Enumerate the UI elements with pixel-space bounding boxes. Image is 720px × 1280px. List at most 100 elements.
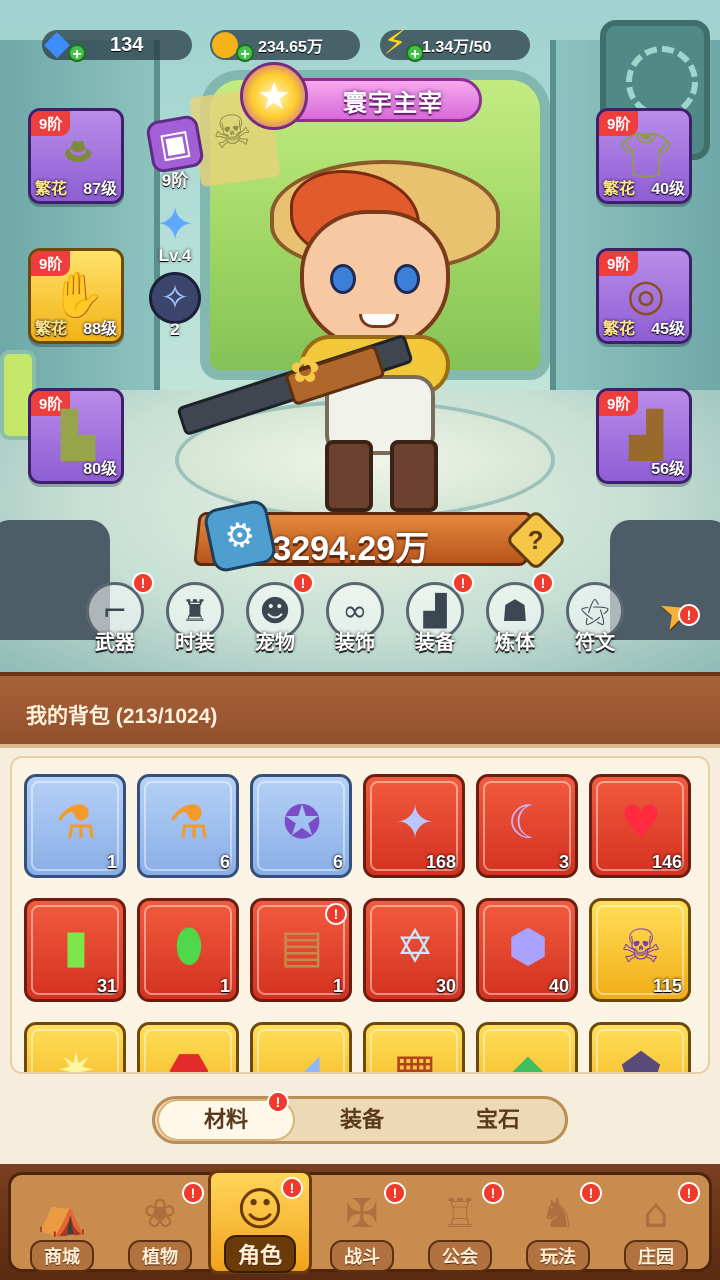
alert-badge: ! bbox=[325, 903, 347, 925]
rank-stat[interactable]: ▣ 9阶 bbox=[144, 113, 206, 191]
bag-item[interactable]: ✡ 30 bbox=[363, 898, 465, 1002]
tab-gems[interactable]: 宝石 bbox=[429, 1099, 567, 1141]
nav-label: 植物 bbox=[128, 1240, 192, 1272]
tab-materials[interactable]: 材料 ! bbox=[157, 1091, 295, 1141]
nav-label: 战斗 bbox=[330, 1240, 394, 1272]
bag-item[interactable]: ✦ 168 bbox=[363, 774, 465, 878]
shard-icon: ◢ bbox=[284, 1043, 320, 1074]
coin-resource[interactable]: ● + 234.65万 bbox=[210, 23, 360, 63]
syringe-icon: ⚗ bbox=[168, 795, 210, 849]
bag-item[interactable]: ▦ bbox=[363, 1022, 465, 1072]
level-label: 56级 bbox=[651, 461, 685, 478]
bag-item[interactable]: ◆ bbox=[476, 1022, 578, 1074]
rune-stone-icon: ⬟ bbox=[621, 1043, 661, 1074]
alert-badge: ! bbox=[482, 1182, 504, 1204]
equip-slot-hat[interactable]: 9阶 🎩︎ 繁花 87级 bbox=[28, 108, 124, 204]
gem-resource[interactable]: ◆ + 134 bbox=[42, 23, 192, 63]
question-icon: ? bbox=[528, 524, 544, 555]
alert-badge: ! bbox=[580, 1182, 602, 1204]
orb-stat[interactable]: ✧ 2 bbox=[146, 272, 204, 340]
item-count: 30 bbox=[435, 976, 456, 996]
item-count: 168 bbox=[425, 852, 456, 872]
flower-icon: ✿ bbox=[290, 350, 321, 391]
bag-item[interactable]: ▤ 1! bbox=[250, 898, 352, 1002]
equip-slot-boots[interactable]: 9阶 ▟ 56级 bbox=[596, 388, 692, 484]
bag-item[interactable]: ⬮ 1 bbox=[137, 898, 239, 1002]
tab-equipment[interactable]: 装备 bbox=[293, 1099, 431, 1141]
bag-item[interactable]: ⚗ 6 bbox=[137, 774, 239, 878]
compass-icon: ✪ bbox=[282, 795, 322, 849]
nav-label: 商城 bbox=[30, 1240, 94, 1272]
item-count: 6 bbox=[332, 852, 343, 872]
nav-manor[interactable]: ⌂ 庄园 ! bbox=[606, 1178, 706, 1274]
item-count: 40 bbox=[548, 976, 569, 996]
item-count: 1 bbox=[106, 852, 117, 872]
canister-icon: ▮ bbox=[63, 919, 89, 973]
alert-badge: ! bbox=[384, 1182, 406, 1204]
bag-item[interactable]: ◢ bbox=[250, 1022, 352, 1074]
capsule-icon: ⬮ bbox=[174, 918, 204, 972]
bag-item[interactable]: ⬢ 40 bbox=[476, 898, 578, 1002]
nav-label: 角色 bbox=[223, 1235, 296, 1273]
item-count: 6 bbox=[219, 852, 230, 872]
hero-boot-left bbox=[325, 440, 373, 512]
add-gems-button[interactable]: + bbox=[68, 44, 86, 63]
hero-eye-right bbox=[394, 264, 420, 294]
equip-slot-belt[interactable]: 9阶 ◎ 繁花 45级 bbox=[596, 248, 692, 344]
item-count: 31 bbox=[96, 976, 117, 996]
tab-label: 材料 bbox=[203, 1107, 248, 1132]
func-label: 宠物 bbox=[255, 632, 295, 654]
bag-item[interactable]: ✪ 6 bbox=[250, 774, 352, 878]
shop-icon: ⛺ bbox=[37, 1191, 87, 1238]
nav-label: 公会 bbox=[428, 1240, 492, 1272]
combat-power-value: 3294.29万 bbox=[272, 530, 430, 568]
bag-item[interactable]: ☠ 115 bbox=[589, 898, 691, 1002]
func-weapon-button[interactable]: ⌐ 武器 ! bbox=[82, 572, 154, 658]
ruby-icon: ⬣ bbox=[168, 1043, 210, 1074]
bag-item[interactable]: ✷ bbox=[24, 1022, 126, 1074]
nav-battle[interactable]: ✠ 战斗 ! bbox=[312, 1178, 412, 1274]
level-label: 40级 bbox=[651, 181, 685, 198]
nav-shop[interactable]: ⛺ 商城 bbox=[12, 1178, 112, 1274]
add-coins-button[interactable]: + bbox=[236, 44, 254, 63]
func-body-button[interactable]: ☗ 炼体 ! bbox=[482, 572, 554, 658]
bag-grid[interactable]: ⚗ 1 ⚗ 6 ✪ 6 ✦ 168 ☾ 3 ♥ 146 ▮ 31 ⬮ 1 ▤ 1! ✡ 30 ⬢ 40… bbox=[10, 756, 710, 1074]
alert-badge: ! bbox=[532, 572, 554, 594]
bag-item[interactable]: ☾ 3 bbox=[476, 774, 578, 878]
syringe-icon: ⚗ bbox=[55, 795, 97, 849]
func-pet-button[interactable]: ☻ 宠物 ! bbox=[242, 572, 314, 658]
energy-resource[interactable]: ⚡ + 1.34万/50 bbox=[380, 23, 530, 63]
item-count: 3 bbox=[558, 852, 569, 872]
emerald-icon: ◆ bbox=[510, 1043, 546, 1074]
hero-character[interactable]: ✿ bbox=[176, 140, 510, 520]
bag-item[interactable]: ⬟ bbox=[589, 1022, 691, 1074]
bag-item[interactable]: ♥ 146 bbox=[589, 774, 691, 878]
bag-tab-bar: 材料 ! 装备 宝石 bbox=[152, 1091, 568, 1144]
func-label: 符文 bbox=[575, 632, 615, 654]
func-label: 时装 bbox=[175, 632, 215, 654]
coin-count: 234.65万 bbox=[258, 39, 323, 56]
func-decor-button[interactable]: ∞ 装饰 bbox=[322, 582, 388, 658]
grade-label: 繁花 bbox=[603, 321, 636, 338]
nav-plants[interactable]: ❀ 植物 ! bbox=[110, 1178, 210, 1274]
equip-slot-pants[interactable]: 9阶 ▙ 80级 bbox=[28, 388, 124, 484]
power-icon: ⚙ bbox=[202, 498, 278, 574]
bag-item[interactable]: ⬣ bbox=[137, 1022, 239, 1074]
bag-item[interactable]: ▮ 31 bbox=[24, 898, 126, 1002]
title-text: 寰宇主宰 bbox=[343, 89, 443, 117]
cubes-icon: ⬢ bbox=[507, 919, 549, 973]
item-count: 146 bbox=[651, 852, 682, 872]
func-rune-button[interactable]: ⚝ 符文 bbox=[562, 582, 628, 658]
alert-badge: ! bbox=[182, 1182, 204, 1204]
bag-item[interactable]: ⚗ 1 bbox=[24, 774, 126, 878]
equip-slot-shirt[interactable]: 9阶 👕︎ 繁花 40级 bbox=[596, 108, 692, 204]
func-outfit-button[interactable]: ♜ 时装 bbox=[162, 582, 228, 658]
nav-character[interactable]: ☺ 角色 ! bbox=[208, 1170, 312, 1274]
nav-guild[interactable]: ♖ 公会 ! bbox=[410, 1178, 510, 1274]
sparkle-icon: ✷ bbox=[56, 1043, 96, 1074]
level-stat[interactable]: ✦ Lv.4 bbox=[146, 197, 204, 266]
func-equip-button[interactable]: ▟ 装备 ! bbox=[402, 572, 474, 658]
equip-slot-gloves[interactable]: 9阶 ✋ 繁花 88级 bbox=[28, 248, 124, 344]
tab-label: 宝石 bbox=[475, 1107, 520, 1132]
nav-gameplay[interactable]: ♞ 玩法 ! bbox=[508, 1178, 608, 1274]
